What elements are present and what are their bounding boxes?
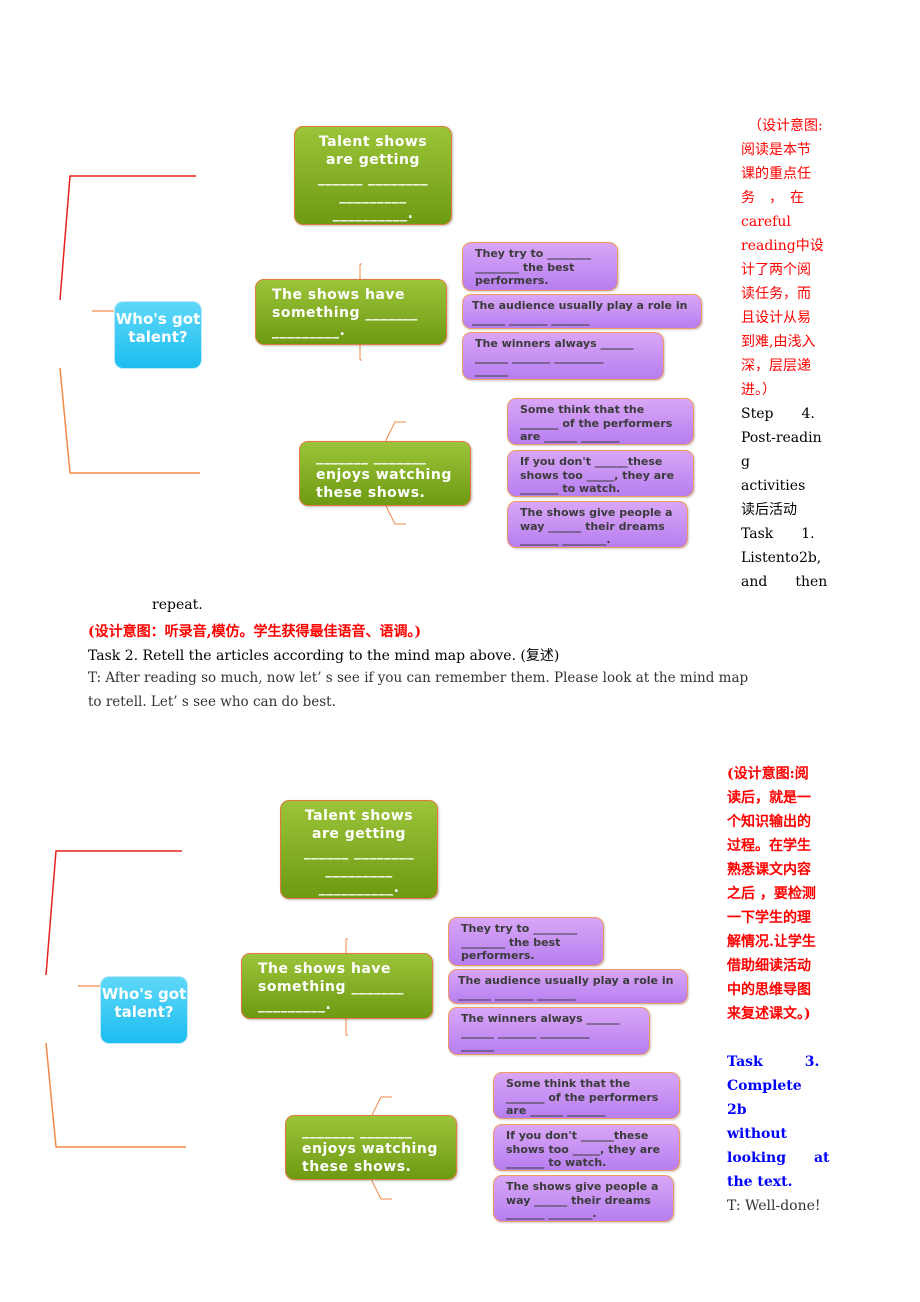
leaf-node-if-you-dont-2: If you don't ______these shows too _____… (493, 1124, 680, 1171)
design-intent-note-2: (设计意图:阅 读后，就是一 个知识输出的 过程。在学生 熟悉课文内容 之后 ，… (727, 766, 816, 1022)
leaf-node-some-think-2: Some think that the _______ of the perfo… (493, 1072, 680, 1119)
branch-node-talent-shows-2: Talent shows are getting ______ ________… (280, 800, 438, 899)
design-intent-listen: (设计意图：听录音,模仿。学生获得最佳语音、语调。) (88, 624, 422, 640)
teacher-line-1: T: After reading so much, now let’ s see… (88, 670, 749, 686)
repeat-text: repeat. (152, 597, 203, 613)
root-label-2: Who's got talent? (101, 985, 187, 1021)
side-note-1: （设计意图: 阅读是本节 课的重点任 务 ， 在 careful reading… (741, 114, 832, 594)
task2-heading: Task 2. Retell the articles according to… (88, 648, 560, 664)
root-label: Who's got talent? (115, 310, 201, 346)
leaf-node-give-people: The shows give people a way ______ their… (507, 501, 688, 548)
leaf-node-give-people-2: The shows give people a way ______ their… (493, 1175, 674, 1222)
leaf-node-audience-2: The audience usually play a role in ____… (448, 969, 688, 1004)
leaf-node-try-to-2: They try to ________ ________ the best p… (448, 917, 604, 966)
leaf-node-winners-2: The winners always ______ ______ _______… (448, 1007, 650, 1055)
root-node: Who's got talent? (114, 301, 202, 369)
branch-node-talent-shows: Talent shows are getting ______ ________… (294, 126, 452, 225)
task3-note: Task 3. Complete 2b without looking at t… (727, 1054, 830, 1190)
leaf-node-winners: The winners always ______ ______ _______… (462, 332, 664, 380)
teacher-well-done: T: Well-done! (727, 1198, 821, 1214)
leaf-node-some-think: Some think that the _______ of the perfo… (507, 398, 694, 445)
design-intent-note-1: （设计意图: 阅读是本节 课的重点任 务 ， 在 careful reading… (741, 118, 824, 398)
branch-node-enjoys-watching-2: _______ _______ enjoys watching these sh… (285, 1115, 457, 1180)
root-node-2: Who's got talent? (100, 976, 188, 1044)
leaf-node-audience: The audience usually play a role in ____… (462, 294, 702, 329)
side-note-2: (设计意图:阅 读后，就是一 个知识输出的 过程。在学生 熟悉课文内容 之后 ，… (727, 762, 833, 1218)
step4-note: Step 4. Post-readin g activities 读后活动 Ta… (741, 406, 828, 590)
leaf-node-try-to: They try to ________ ________ the best p… (462, 242, 618, 291)
branch-node-enjoys-watching: _______ _______ enjoys watching these sh… (299, 441, 471, 506)
branch-node-shows-have-2: The shows have something _______ _______… (241, 953, 433, 1019)
teacher-line-2: to retell. Let’ s see who can do best. (88, 694, 336, 710)
branch-node-shows-have: The shows have something _______ _______… (255, 279, 447, 345)
leaf-node-if-you-dont: If you don't ______these shows too _____… (507, 450, 694, 497)
